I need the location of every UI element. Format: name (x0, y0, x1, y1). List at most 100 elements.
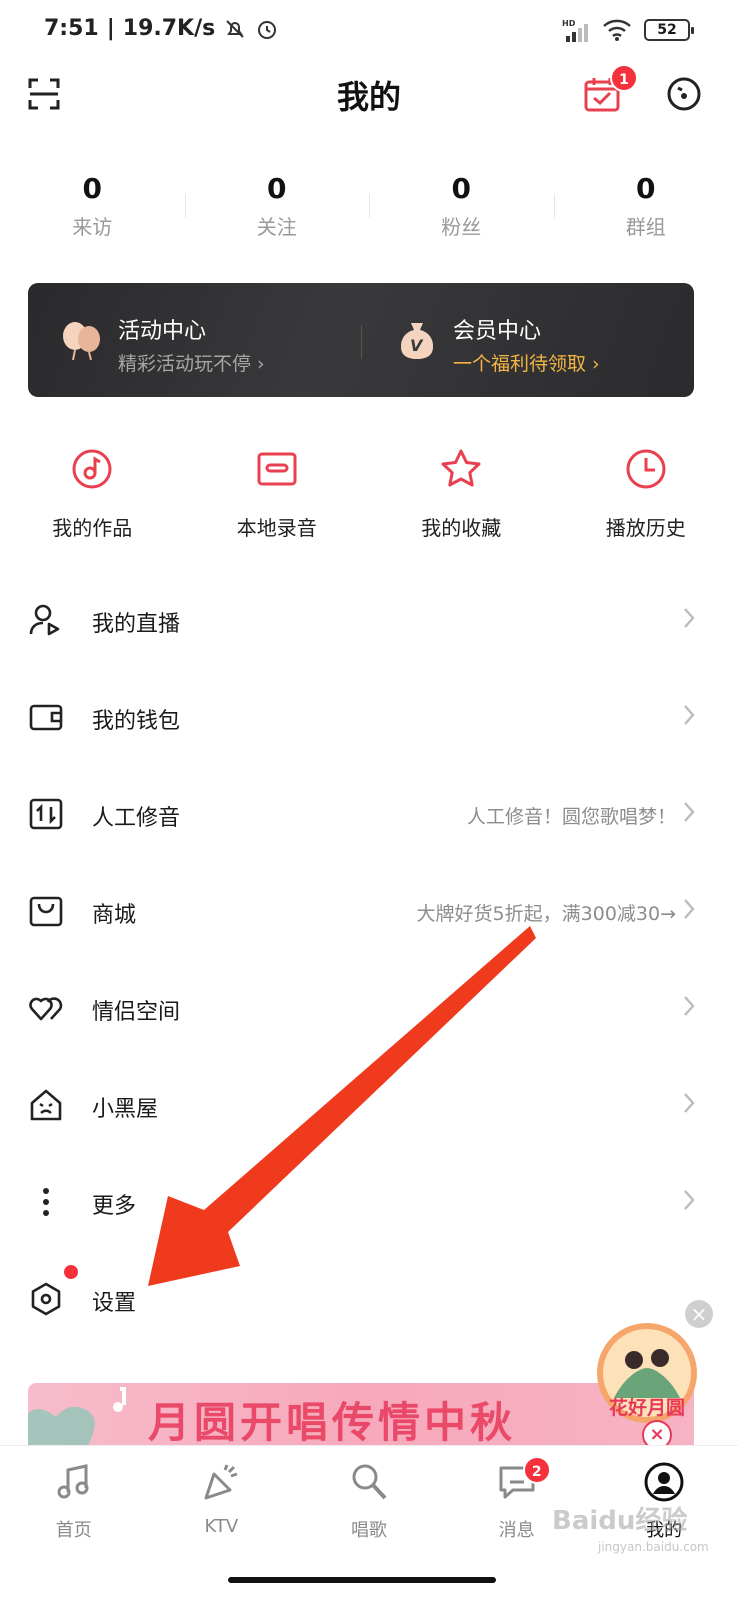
quick-label: 我的作品 (52, 516, 133, 540)
quick-actions: 我的作品 本地录音 我的收藏 播放历史 (0, 446, 738, 541)
cassette-icon (257, 452, 297, 486)
wifi-icon (603, 19, 631, 41)
my-favorites-button[interactable]: 我的收藏 (369, 446, 554, 541)
network-speed: 19.7K/s (122, 16, 216, 41)
vip-bag-icon: V (400, 323, 434, 359)
signal-icon: HD (562, 19, 588, 42)
party-icon (204, 1464, 238, 1500)
activity-center-subtitle: 精彩活动玩不停 › (118, 353, 265, 375)
mountain-decoration (28, 1387, 126, 1445)
menu-sub: 人工修音！圆您歌唱梦！ (466, 806, 676, 828)
stat-label: 来访 (72, 215, 113, 239)
stat-value: 0 (636, 172, 656, 205)
more-vertical-icon (43, 1188, 49, 1216)
shopping-bag-icon (29, 896, 63, 927)
vip-center-card[interactable]: V 会员中心 一个福利待领取 › (361, 283, 694, 397)
menu-item-my-live[interactable]: 我的直播 (0, 572, 738, 669)
festival-float-badge[interactable]: 花好月圆 (594, 1318, 700, 1428)
chevron-right-icon (684, 899, 695, 919)
play-history-button[interactable]: 播放历史 (554, 446, 738, 541)
balloons-icon (63, 322, 100, 361)
svg-text:V: V (410, 336, 424, 355)
tab-label: 唱歌 (350, 1520, 387, 1541)
clock-icon (626, 449, 666, 489)
star-icon (441, 449, 481, 487)
music-disc-settings-icon[interactable] (664, 74, 704, 114)
house-icon (30, 1089, 62, 1121)
messages-badge: 2 (522, 1456, 551, 1484)
chevron-right-icon (684, 996, 695, 1016)
stat-label: 关注 (256, 215, 297, 239)
menu-label: 我的直播 (92, 612, 181, 637)
float-badge-text: 花好月圆 (609, 1396, 685, 1419)
menu-item-mall[interactable]: 商城 大牌好货5折起，满300减30→ (0, 863, 738, 960)
banner-text: 月圆开唱传情中秋 (148, 1398, 517, 1445)
chevron-right-icon (684, 1190, 695, 1210)
menu-item-more[interactable]: 更多 (0, 1154, 738, 1251)
tab-home[interactable]: 首页 (0, 1446, 148, 1600)
settings-notification-dot (64, 1265, 78, 1279)
menu-label: 设置 (92, 1291, 137, 1316)
quick-label: 我的收藏 (421, 516, 502, 540)
stat-following[interactable]: 0 关注 (184, 172, 370, 252)
profile-icon (644, 1462, 684, 1502)
tab-label: 首页 (55, 1520, 92, 1541)
tab-label: KTV (204, 1516, 239, 1537)
status-time: 7:51 (44, 16, 99, 41)
hearts-icon (29, 997, 63, 1021)
watermark: Baidu经验 (552, 1506, 688, 1536)
mute-bell-icon (226, 19, 244, 38)
calendar-badge: 1 (610, 64, 638, 92)
stat-fans[interactable]: 0 粉丝 (369, 172, 554, 252)
wallet-icon (29, 704, 63, 731)
home-indicator (228, 1577, 496, 1583)
stat-label: 群组 (625, 215, 666, 239)
local-recordings-button[interactable]: 本地录音 (185, 446, 370, 541)
activity-center-title: 活动中心 (118, 319, 207, 344)
status-separator: | (106, 16, 115, 41)
stat-visitors[interactable]: 0 来访 (0, 172, 185, 252)
menu-sub: 大牌好货5折起，满300减30→ (416, 903, 676, 925)
chevron-right-icon (684, 608, 695, 628)
quick-label: 播放历史 (605, 516, 686, 540)
tab-label: 消息 (498, 1520, 535, 1541)
my-works-button[interactable]: 我的作品 (0, 446, 185, 541)
menu-label: 情侣空间 (92, 1000, 181, 1025)
settings-hexagon-icon (31, 1282, 61, 1316)
alarm-icon (258, 20, 277, 39)
chevron-right-icon (684, 1093, 695, 1113)
chevron-right-icon (684, 705, 695, 725)
music-note-icon (57, 1464, 89, 1499)
menu-label: 人工修音 (92, 806, 181, 831)
music-disc-icon (72, 449, 112, 489)
float-badge-close-button[interactable]: × (685, 1300, 713, 1328)
menu-item-tuning[interactable]: 人工修音 人工修音！圆您歌唱梦！ (0, 766, 738, 863)
microphone-icon (352, 1464, 387, 1500)
status-bar: 7:51 | 19.7K/s HD 52 (0, 0, 738, 64)
stat-value: 0 (267, 172, 287, 205)
menu-label: 我的钱包 (92, 709, 181, 734)
stat-value: 0 (451, 172, 471, 205)
tuning-icon (29, 798, 63, 830)
profile-stats: 0 来访 0 关注 0 粉丝 0 群组 (0, 172, 738, 252)
stat-value: 0 (82, 172, 102, 205)
network-type: HD (562, 19, 576, 28)
status-right: HD 52 (562, 18, 694, 42)
menu-label: 更多 (92, 1194, 137, 1219)
stat-groups[interactable]: 0 群组 (553, 172, 738, 252)
vip-center-subtitle: 一个福利待领取 › (453, 353, 600, 375)
promo-banner: 活动中心 精彩活动玩不停 › V 会员中心 一个福利待领取 › (28, 283, 694, 397)
vip-center-title: 会员中心 (453, 319, 542, 344)
menu-item-couple-space[interactable]: 情侣空间 (0, 960, 738, 1057)
stat-label: 粉丝 (441, 215, 482, 239)
chevron-right-icon (684, 802, 695, 822)
activity-center-card[interactable]: 活动中心 精彩活动玩不停 › (28, 283, 361, 397)
menu-item-blacklist[interactable]: 小黑屋 (0, 1057, 738, 1154)
menu-list: 我的直播 我的钱包 人工修音 人工修音！圆您歌唱梦！ 商城 大牌好货5折起，满3… (0, 572, 738, 1348)
battery-indicator: 52 (644, 19, 694, 41)
menu-label: 商城 (92, 903, 137, 928)
header: 我的 1 (0, 64, 738, 124)
status-left: 7:51 | 19.7K/s (44, 16, 279, 41)
quick-label: 本地录音 (236, 516, 317, 540)
menu-item-wallet[interactable]: 我的钱包 (0, 669, 738, 766)
